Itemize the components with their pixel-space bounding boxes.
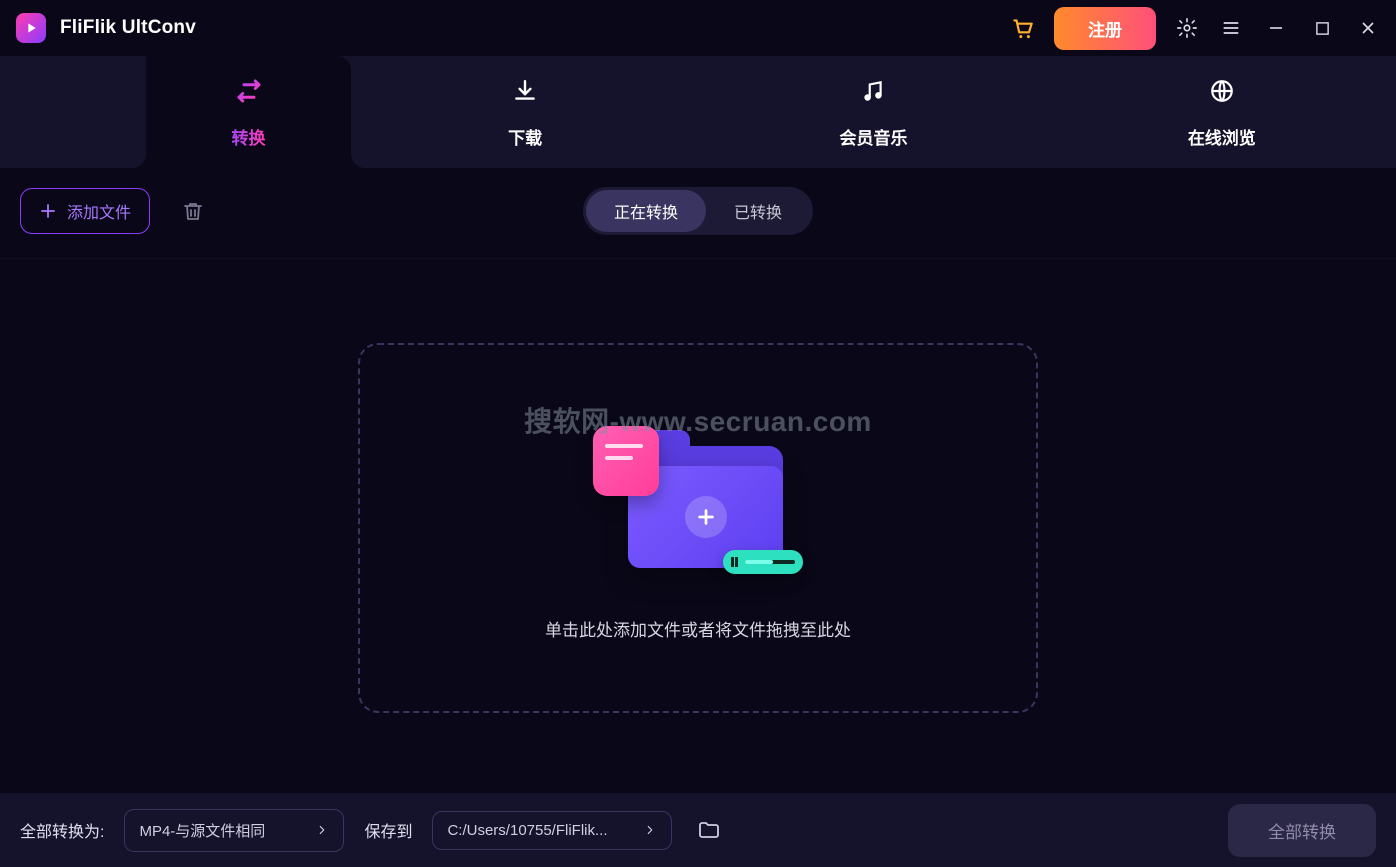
add-file-button[interactable]: 添加文件 bbox=[20, 188, 150, 234]
delete-button[interactable] bbox=[174, 192, 212, 230]
titlebar-actions: 注册 bbox=[1010, 7, 1382, 50]
tab-download[interactable]: 下载 bbox=[351, 56, 699, 168]
close-button[interactable] bbox=[1354, 14, 1382, 42]
settings-button[interactable] bbox=[1174, 15, 1200, 41]
output-format-select[interactable]: MP4-与源文件相同 bbox=[124, 809, 344, 852]
register-button[interactable]: 注册 bbox=[1054, 7, 1156, 50]
tab-label: 会员音乐 bbox=[839, 124, 907, 149]
add-file-label: 添加文件 bbox=[67, 199, 131, 223]
convert-to-label: 全部转换为: bbox=[20, 818, 104, 842]
tab-convert[interactable]: 转换 bbox=[146, 56, 351, 168]
toolbar: 添加文件 正在转换 已转换 bbox=[0, 168, 1396, 259]
output-path-value: C:/Users/10755/FliFlik... bbox=[447, 822, 607, 839]
menu-button[interactable] bbox=[1218, 15, 1244, 41]
close-icon bbox=[1360, 20, 1376, 36]
plus-icon bbox=[39, 202, 57, 220]
tab-music[interactable]: 会员音乐 bbox=[699, 56, 1047, 168]
chevron-right-icon bbox=[643, 823, 657, 837]
maximize-button[interactable] bbox=[1308, 14, 1336, 42]
tab-label: 转换 bbox=[232, 124, 266, 149]
status-tab-converting[interactable]: 正在转换 bbox=[586, 190, 706, 232]
app-logo-icon bbox=[16, 13, 46, 43]
main-tabs: 转换 下载 会员音乐 在线浏览 bbox=[0, 56, 1396, 168]
folder-illustration-icon bbox=[593, 416, 803, 586]
app-title: FliFlik UltConv bbox=[60, 17, 196, 39]
convert-icon bbox=[234, 76, 264, 106]
trash-icon bbox=[181, 199, 205, 223]
content-area: 单击此处添加文件或者将文件拖拽至此处 bbox=[0, 259, 1396, 797]
music-icon bbox=[858, 76, 888, 106]
globe-icon bbox=[1207, 76, 1237, 106]
maximize-icon bbox=[1315, 21, 1330, 36]
tab-label: 下载 bbox=[508, 124, 542, 149]
save-to-label: 保存到 bbox=[364, 818, 412, 842]
drop-zone[interactable]: 单击此处添加文件或者将文件拖拽至此处 bbox=[358, 343, 1038, 713]
download-icon bbox=[510, 76, 540, 106]
minimize-button[interactable] bbox=[1262, 14, 1290, 42]
output-format-value: MP4-与源文件相同 bbox=[139, 820, 265, 841]
cart-icon bbox=[1010, 15, 1036, 41]
output-path-select[interactable]: C:/Users/10755/FliFlik... bbox=[432, 811, 672, 850]
chevron-right-icon bbox=[315, 823, 329, 837]
hamburger-icon bbox=[1221, 18, 1241, 38]
minimize-icon bbox=[1268, 20, 1284, 36]
status-tab-converted[interactable]: 已转换 bbox=[706, 190, 810, 232]
folder-icon bbox=[697, 818, 721, 842]
drop-zone-text: 单击此处添加文件或者将文件拖拽至此处 bbox=[545, 616, 851, 641]
cart-button[interactable] bbox=[1010, 15, 1036, 41]
convert-all-button[interactable]: 全部转换 bbox=[1228, 804, 1376, 857]
title-bar: FliFlik UltConv 注册 bbox=[0, 0, 1396, 56]
tab-label: 在线浏览 bbox=[1188, 124, 1256, 149]
tab-browse[interactable]: 在线浏览 bbox=[1048, 56, 1396, 168]
status-tabs: 正在转换 已转换 bbox=[583, 187, 813, 235]
gear-icon bbox=[1176, 17, 1198, 39]
open-folder-button[interactable] bbox=[692, 813, 726, 847]
bottom-bar: 全部转换为: MP4-与源文件相同 保存到 C:/Users/10755/Fli… bbox=[0, 793, 1396, 867]
